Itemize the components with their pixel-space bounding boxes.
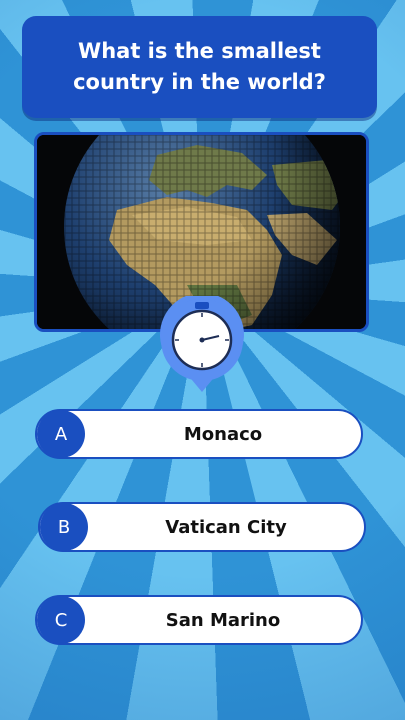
answer-label: San Marino: [165, 609, 281, 631]
stopwatch-icon: [160, 292, 244, 392]
answer-option-c[interactable]: C San Marino: [35, 595, 363, 645]
answer-letter-badge: C: [37, 596, 85, 644]
answer-option-a[interactable]: A Monaco: [35, 409, 363, 459]
question-line-2: country in the world?: [73, 70, 326, 94]
question-line-1: What is the smallest: [78, 39, 321, 63]
question-card: What is the smallest country in the worl…: [22, 16, 377, 118]
answer-letter-badge: A: [37, 410, 85, 458]
answer-letter-badge: B: [40, 503, 88, 551]
answer-label: Vatican City: [165, 516, 287, 538]
answer-option-b[interactable]: B Vatican City: [38, 502, 366, 552]
stopwatch-timer: [157, 292, 247, 396]
question-text: What is the smallest country in the worl…: [50, 36, 350, 98]
answer-label: Monaco: [183, 423, 263, 445]
